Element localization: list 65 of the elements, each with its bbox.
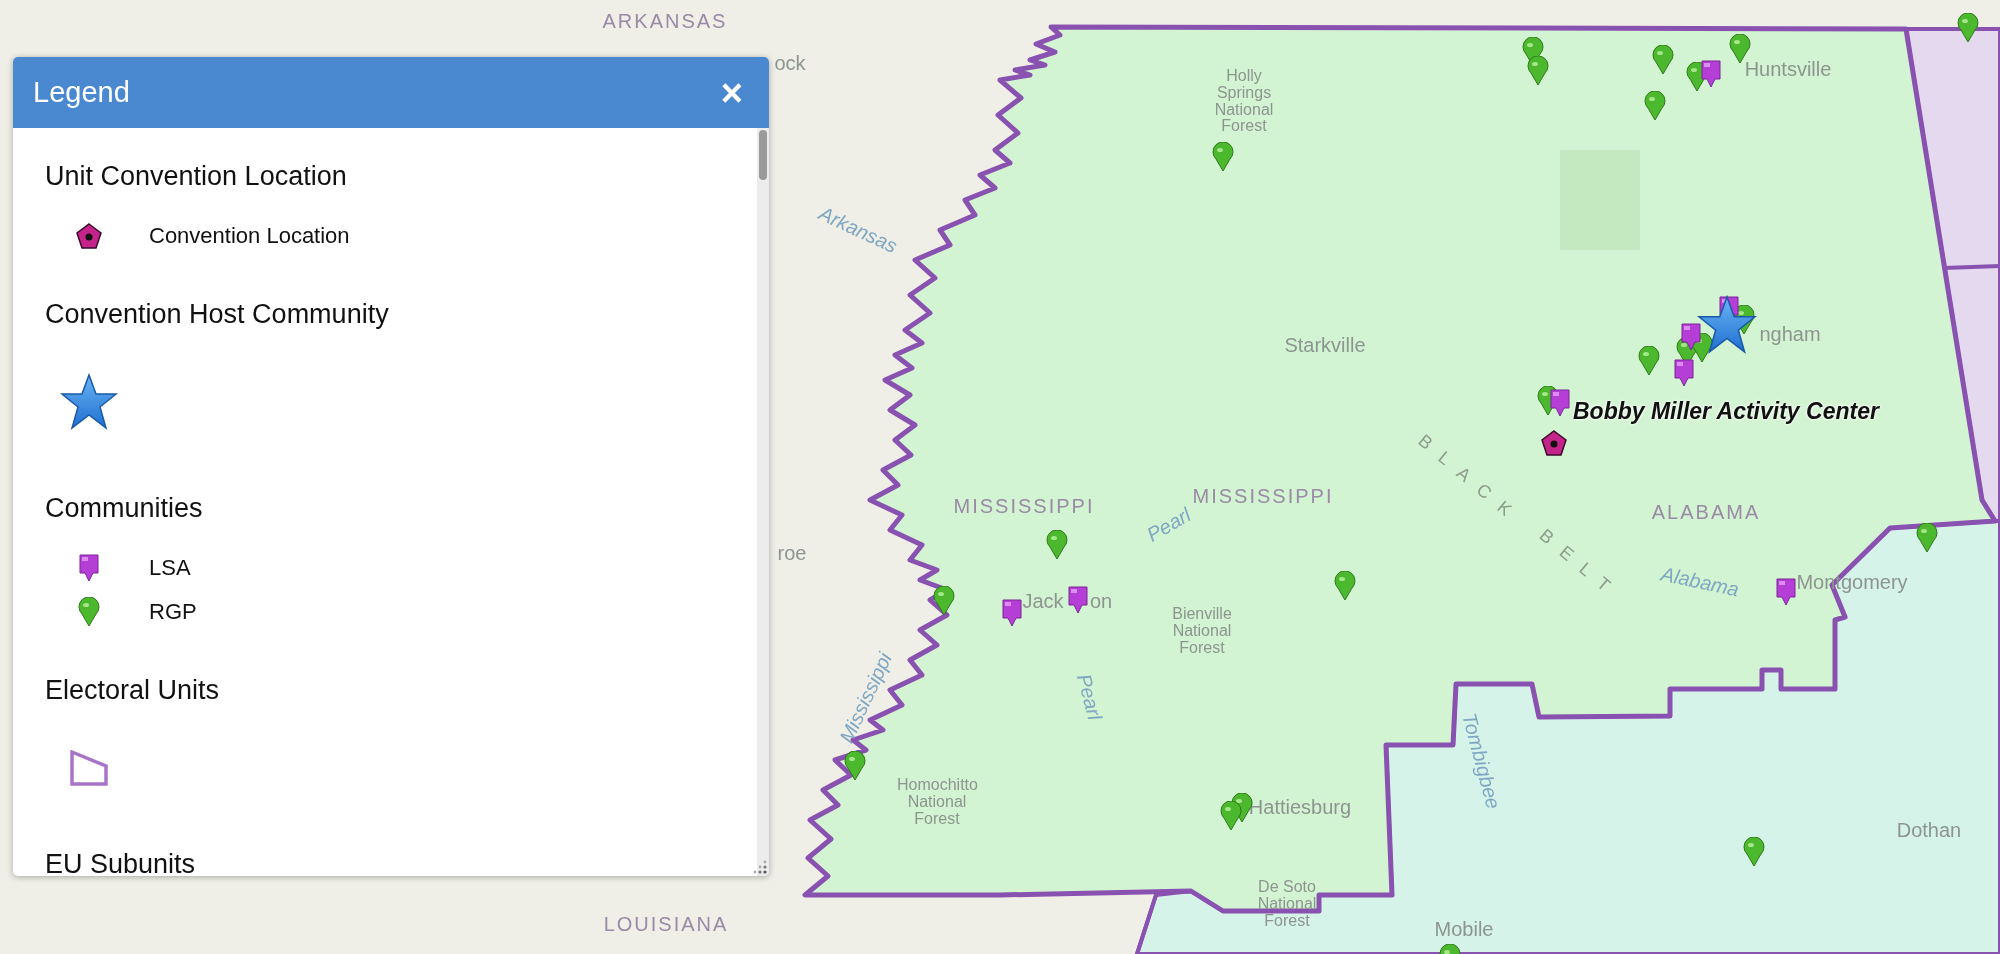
map-pin-icon [1644, 91, 1666, 121]
legend-section-title: EU Subunits [45, 848, 197, 876]
map-label: Tombigbee [1458, 710, 1504, 812]
map-label: Jack [1022, 590, 1064, 612]
map-pin-icon [1220, 801, 1242, 831]
map-label: LOUISIANA [603, 913, 729, 935]
map-pin-icon [1527, 56, 1549, 86]
map-label: Huntsville [1744, 58, 1832, 80]
map-label: Hattiesburg [1248, 796, 1352, 818]
legend-section-title: Electoral Units [45, 674, 221, 707]
map-label: Holly Springs National Forest [1213, 68, 1275, 136]
star-icon [1696, 294, 1758, 356]
map-label: Starkville [1284, 334, 1366, 356]
flag-pin-icon [1674, 359, 1694, 387]
flag-pin-icon [1701, 60, 1721, 88]
map-pin-icon [1638, 346, 1660, 376]
map-label: ock [774, 52, 806, 74]
map-pin-icon [1743, 837, 1765, 867]
legend-item-label: Convention Location [149, 223, 350, 249]
map-label: ngham [1759, 323, 1821, 345]
legend-item-label: LSA [149, 555, 191, 581]
map-label: Alabama [1659, 563, 1741, 601]
map-pin-icon [1046, 530, 1068, 560]
pentagon-icon [1541, 430, 1567, 456]
map-label: Homochitto National Forest [897, 776, 977, 828]
resize-grip-icon[interactable] [753, 860, 767, 874]
flag-pin-icon [1776, 578, 1796, 606]
map-label: ARKANSAS [602, 10, 728, 32]
region-border [1135, 894, 1158, 954]
map-label: Dothan [1896, 819, 1962, 841]
scrollbar-thumb[interactable] [759, 130, 767, 180]
map-pin-icon [1652, 45, 1674, 75]
flag-pin-icon [1550, 389, 1570, 417]
map-label: MISSISSIPPI [953, 495, 1095, 517]
flag-pin-icon [1681, 323, 1701, 351]
scrollbar-track[interactable] [757, 128, 769, 876]
flag-pin-icon [79, 554, 99, 582]
map-callout-label: Bobby Miller Activity Center [1573, 398, 1879, 425]
map-pin-icon [1916, 523, 1938, 553]
map-pin-icon [844, 751, 866, 781]
region-border [1943, 264, 2000, 270]
map-label: on [1089, 590, 1113, 612]
legend-section-title: Unit Convention Location [45, 160, 348, 193]
polygon-icon [70, 750, 108, 786]
legend-section-title: Communities [45, 492, 204, 525]
map-pin-icon [1212, 142, 1234, 172]
map-pin-icon [78, 597, 100, 627]
map-label: roe [777, 542, 807, 564]
map-label: MISSISSIPPI [1192, 485, 1334, 507]
map-pin-icon [1334, 571, 1356, 601]
legend-item-label: RGP [149, 599, 197, 625]
map-label: ALABAMA [1651, 501, 1761, 523]
star-icon [59, 372, 119, 432]
legend-section-title: Convention Host Community [45, 298, 390, 331]
flag-pin-icon [1068, 586, 1088, 614]
flag-pin-icon [1002, 599, 1022, 627]
map-label: Mobile [1434, 918, 1494, 940]
map-pin-icon [933, 586, 955, 616]
pentagon-icon [76, 223, 102, 249]
map-label: De Soto National Forest [1256, 878, 1318, 930]
map-label: Bienville National Forest [1171, 605, 1233, 657]
close-button[interactable]: × [716, 73, 747, 112]
map-label: Pearl [1072, 671, 1106, 723]
map-pin-icon [1957, 13, 1979, 43]
legend-title: Legend [33, 76, 130, 109]
